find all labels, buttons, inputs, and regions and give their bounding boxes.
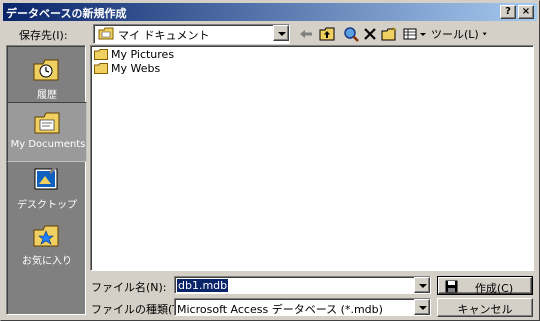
help-button[interactable]: ?	[500, 5, 516, 19]
close-button[interactable]: ×	[518, 5, 534, 19]
create-button-label: 作成(C)	[474, 282, 514, 295]
favorites-icon	[33, 225, 59, 247]
folder-icon	[94, 49, 108, 60]
list-item[interactable]: My Pictures	[94, 48, 174, 61]
create-button-face: 作成(C)	[438, 277, 532, 295]
title-bar[interactable]: データベースの新規作成 ? ×	[3, 3, 537, 21]
file-name-input[interactable]: db1.mdb	[174, 276, 431, 294]
places-history-label: 履歴	[37, 90, 57, 101]
places-favorites[interactable]: お気に入り	[7, 216, 87, 276]
file-list[interactable]: My Pictures My Webs	[90, 45, 534, 271]
back-arrow-icon	[300, 30, 312, 38]
file-name: My Pictures	[111, 48, 175, 61]
places-desktop[interactable]: デスクトップ	[7, 160, 87, 220]
new-folder-icon	[381, 27, 397, 41]
places-favorites-label: お気に入り	[22, 256, 72, 267]
places-history[interactable]: 履歴	[7, 50, 87, 110]
desktop-icon	[34, 166, 58, 190]
cancel-button[interactable]: キャンセル	[437, 298, 533, 317]
delete-icon	[364, 28, 376, 40]
look-in-value: マイ ドキュメント	[118, 29, 210, 42]
file-type-dropdown-arrow[interactable]	[414, 299, 430, 315]
cancel-button-label: キャンセル	[457, 303, 513, 316]
file-name-dropdown-arrow[interactable]	[414, 277, 430, 293]
up-one-level-button[interactable]	[317, 25, 337, 43]
create-button[interactable]: 作成(C)	[437, 276, 533, 295]
my-documents-icon	[34, 112, 60, 134]
back-button[interactable]	[297, 25, 315, 43]
file-type-select[interactable]: Microsoft Access データベース (*.mdb)	[174, 298, 431, 316]
file-name-value: db1.mdb	[177, 279, 229, 292]
file-type-value: Microsoft Access データベース (*.mdb)	[177, 303, 383, 316]
search-web-button[interactable]	[341, 25, 361, 43]
my-documents-icon	[98, 27, 114, 40]
up-folder-icon	[319, 27, 335, 41]
tools-menu[interactable]: ツール(L)	[431, 25, 487, 43]
folder-icon	[94, 63, 108, 74]
look-in-dropdown[interactable]: マイ ドキュメント	[93, 24, 290, 44]
look-in-label: 保存先(I):	[19, 29, 68, 42]
search-web-icon	[344, 27, 359, 42]
new-database-dialog: データベースの新規作成 ? × 保存先(I): マイ ドキュメント ツール(L)…	[0, 0, 540, 321]
window-title: データベースの新規作成	[6, 7, 127, 20]
file-name-label: ファイル名(N):	[91, 281, 167, 294]
views-button[interactable]	[401, 25, 429, 43]
look-in-dropdown-arrow[interactable]	[273, 25, 289, 41]
places-bar: 履歴 My Documents デスクトップ お気に入り	[6, 45, 87, 315]
file-type-label: ファイルの種類(T):	[91, 303, 188, 316]
file-name: My Webs	[111, 62, 161, 75]
places-desktop-label: デスクトップ	[17, 200, 77, 211]
history-icon	[33, 59, 59, 81]
list-item[interactable]: My Webs	[94, 62, 160, 75]
delete-button[interactable]	[361, 25, 379, 43]
places-my-documents-label: My Documents	[10, 139, 86, 150]
create-new-folder-button[interactable]	[379, 25, 399, 43]
tools-label: ツール(L)	[431, 28, 479, 41]
chevron-down-icon	[482, 32, 487, 36]
places-my-documents[interactable]: My Documents	[7, 102, 87, 162]
views-icon	[403, 28, 426, 40]
